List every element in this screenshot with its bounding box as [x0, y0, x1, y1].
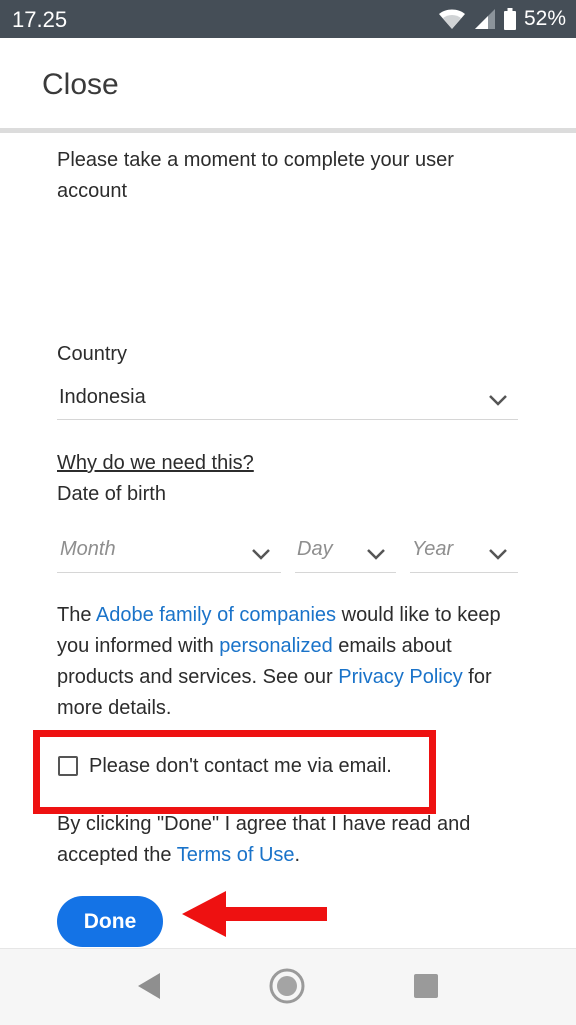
- day-placeholder: Day: [297, 538, 333, 560]
- arrow-left-icon: [182, 891, 327, 937]
- home-icon[interactable]: [268, 967, 306, 1005]
- signal-icon: [474, 9, 495, 29]
- country-underline: [57, 419, 518, 420]
- year-select[interactable]: Year: [410, 533, 518, 573]
- chevron-down-icon: [489, 549, 507, 560]
- battery-icon: [503, 8, 516, 30]
- account-form: Please take a moment to complete your us…: [0, 133, 576, 948]
- no-email-label[interactable]: Please don't contact me via email.: [89, 751, 392, 782]
- terms-text: By clicking "Done" I agree that I have r…: [57, 809, 497, 871]
- close-button[interactable]: Close: [42, 68, 119, 102]
- recents-icon[interactable]: [413, 973, 439, 999]
- status-bar: 17.25 52%: [0, 0, 576, 38]
- marketing-text: The Adobe family of companies would like…: [57, 600, 525, 724]
- country-value: Indonesia: [59, 386, 146, 408]
- nav-bar: [0, 948, 576, 1025]
- country-select[interactable]: Indonesia: [57, 378, 518, 420]
- no-email-checkbox[interactable]: [58, 756, 78, 776]
- done-button[interactable]: Done: [57, 896, 163, 947]
- battery-percent: 52%: [523, 7, 566, 30]
- back-icon[interactable]: [136, 969, 162, 1003]
- dob-label: Date of birth: [57, 483, 166, 505]
- app-bar: Close: [0, 38, 576, 128]
- month-select[interactable]: Month: [57, 533, 281, 573]
- day-underline: [295, 572, 396, 573]
- day-select[interactable]: Day: [295, 533, 396, 573]
- why-link[interactable]: Why do we need this?: [57, 448, 254, 479]
- month-placeholder: Month: [60, 538, 116, 560]
- wifi-icon: [438, 9, 465, 29]
- chevron-down-icon: [252, 549, 270, 560]
- status-icons: 52%: [438, 6, 566, 32]
- intro-text: Please take a moment to complete your us…: [57, 149, 454, 202]
- status-time: 17.25: [12, 7, 68, 32]
- month-underline: [57, 572, 281, 573]
- adobe-family-link[interactable]: Adobe family of companies: [96, 604, 336, 626]
- marketing-text-part: The: [57, 604, 96, 626]
- terms-text-part: .: [294, 844, 301, 866]
- personalized-link[interactable]: personalized: [219, 635, 332, 657]
- chevron-down-icon: [367, 549, 385, 560]
- country-label: Country: [57, 343, 128, 365]
- year-underline: [410, 572, 518, 573]
- terms-of-use-link[interactable]: Terms of Use: [177, 844, 295, 866]
- chevron-down-icon: [489, 395, 507, 406]
- year-placeholder: Year: [412, 538, 454, 560]
- privacy-policy-link[interactable]: Privacy Policy: [338, 666, 462, 688]
